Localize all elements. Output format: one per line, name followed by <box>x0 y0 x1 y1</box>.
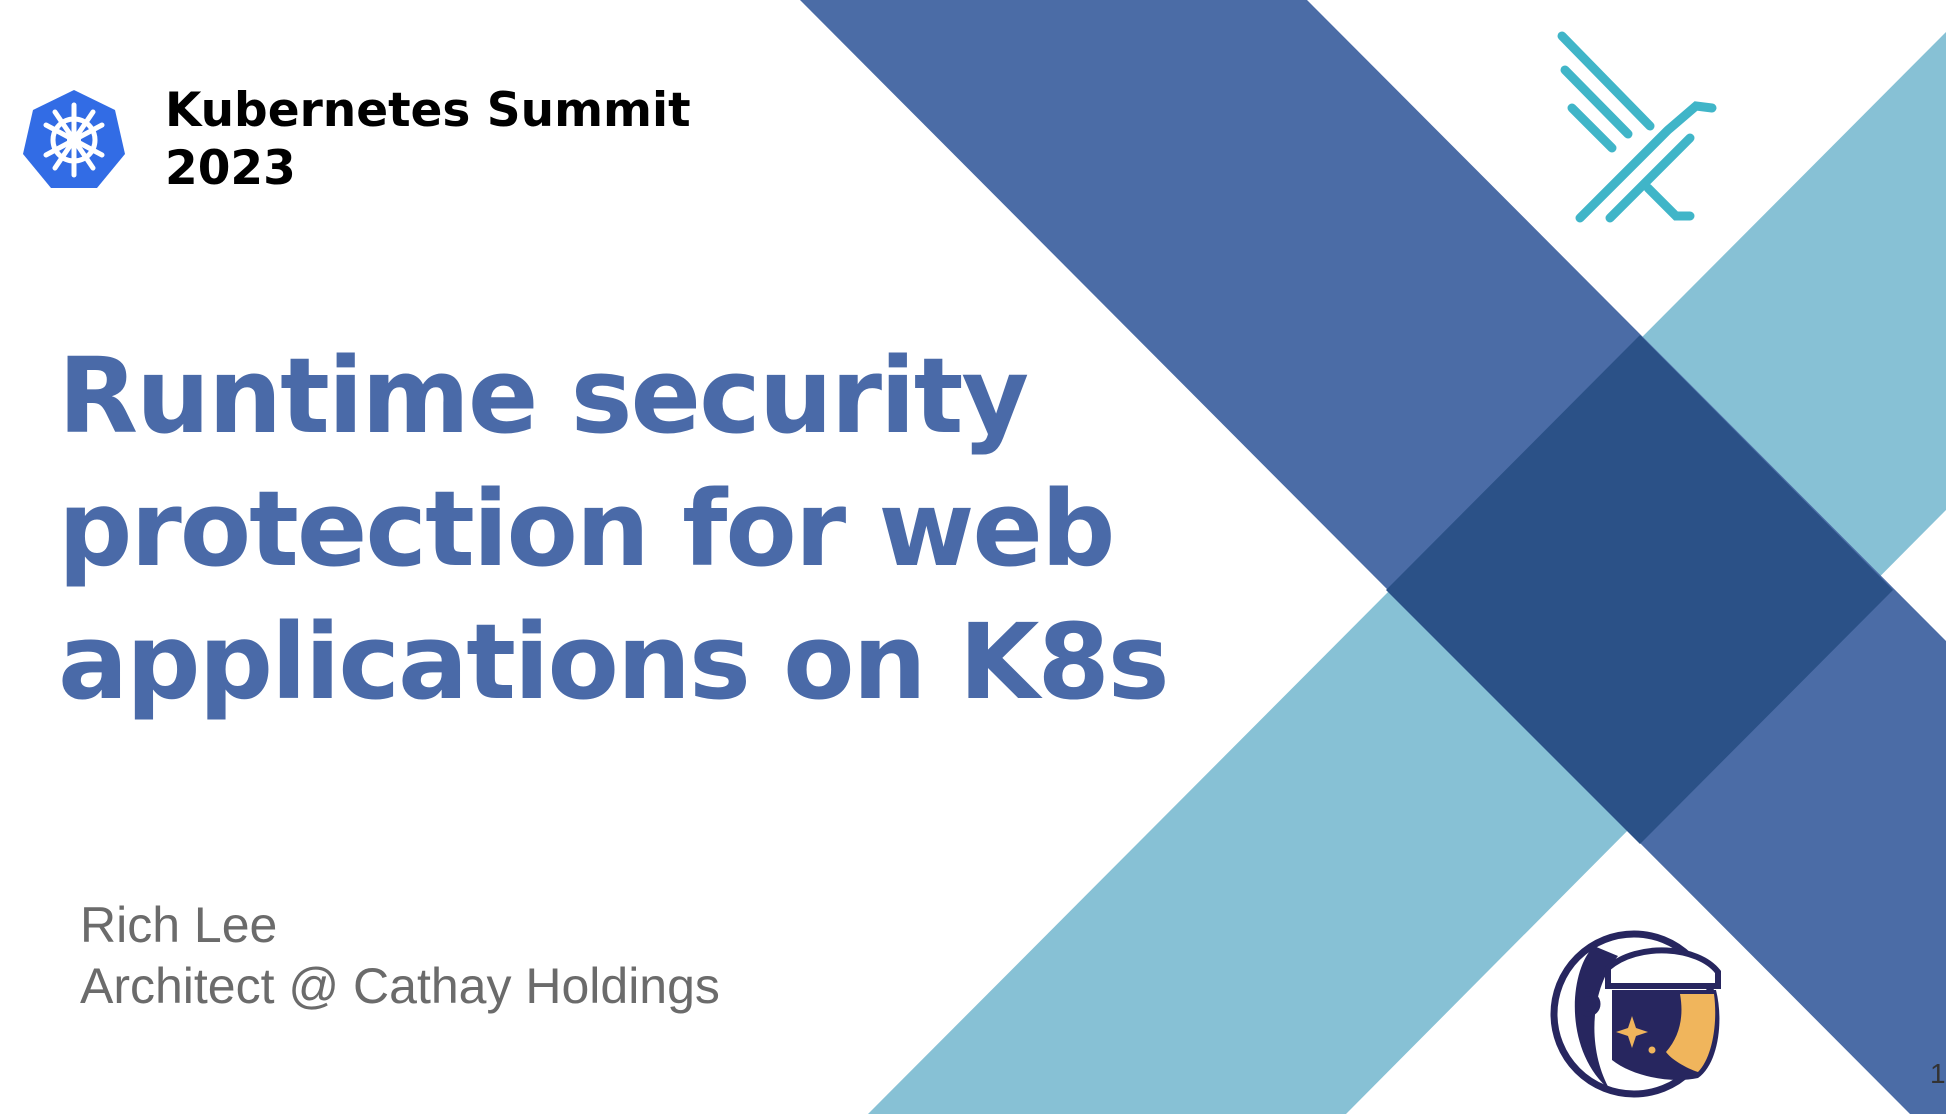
falco-logo-icon <box>1557 31 1717 223</box>
kubernetes-logo-icon <box>23 90 125 188</box>
presenter-role: Architect @ Cathay Holdings <box>80 958 720 1014</box>
slide-title: Runtime security protection for web appl… <box>58 330 1170 729</box>
event-title-line-2: 2023 <box>165 141 296 196</box>
slide-number: 1 <box>1930 1058 1946 1089</box>
slide-title-line-2: protection for web <box>58 468 1115 590</box>
astronaut-helmet-icon <box>1550 930 1721 1098</box>
slide-title-line-1: Runtime security <box>58 335 1029 457</box>
event-title: Kubernetes Summit 2023 <box>165 82 691 198</box>
title-slide: Kubernetes Summit 2023 Runtime security … <box>0 0 1946 1114</box>
presenter-name: Rich Lee <box>80 897 278 953</box>
event-title-line-1: Kubernetes Summit <box>165 83 691 138</box>
slide-title-line-3: applications on K8s <box>58 601 1170 723</box>
presenter-info: Rich Lee Architect @ Cathay Holdings <box>80 895 720 1017</box>
